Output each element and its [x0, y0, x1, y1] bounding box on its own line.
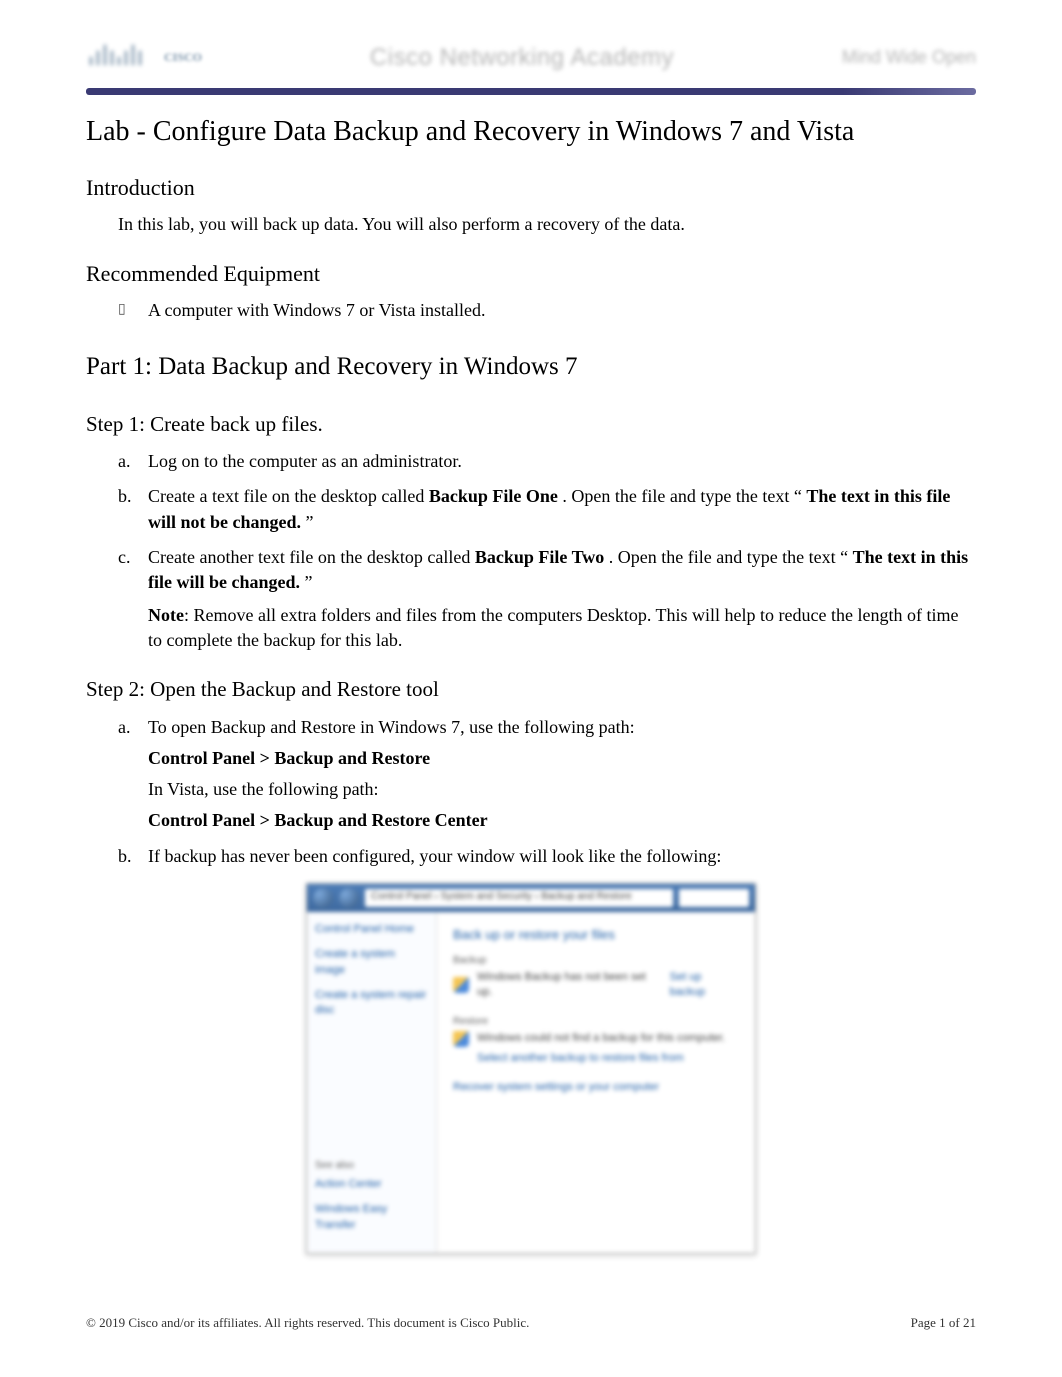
list-marker: b. [118, 484, 132, 509]
page-current: 1 [939, 1315, 946, 1330]
restore-label: Restore [453, 1015, 739, 1029]
academy-title: Cisco Networking Academy [370, 41, 674, 75]
step1-a-text: Log on to the computer as an administrat… [148, 451, 462, 471]
page-indicator: Page 1 of 21 [911, 1314, 976, 1332]
sidebar-create-repair-disc: Create a system repair disc [315, 988, 428, 1019]
logo-block: CISCO [86, 38, 202, 78]
window-titlebar: Control Panel › System and Security › Ba… [307, 884, 755, 912]
step1-b-filename: Backup File One [429, 486, 558, 506]
intro-text: In this lab, you will back up data. You … [118, 212, 976, 237]
backup-restore-screenshot: Control Panel › System and Security › Ba… [306, 883, 756, 1254]
main-heading: Back up or restore your files [453, 926, 739, 944]
list-marker: b. [118, 844, 132, 869]
step1-item-a: a. Log on to the computer as an administ… [118, 449, 976, 474]
copyright-text: © 2019 Cisco and/or its affiliates. All … [86, 1314, 529, 1332]
backup-status-text: Windows Backup has not been set up. [477, 970, 662, 1001]
nav-forward-icon [339, 888, 359, 908]
list-marker: c. [118, 545, 131, 570]
step2-item-a: a. To open Backup and Restore in Windows… [118, 715, 976, 834]
step1-item-c: c. Create another text file on the deskt… [118, 545, 976, 654]
step1-c-pre: Create another text file on the desktop … [148, 547, 475, 567]
equipment-list: ▯ A computer with Windows 7 or Vista ins… [118, 298, 976, 323]
note-text: : Remove all extra folders and files fro… [148, 605, 958, 650]
step1-list: a. Log on to the computer as an administ… [118, 449, 976, 653]
list-marker: a. [118, 449, 131, 474]
recover-system-link: Recover system settings or your computer [453, 1081, 659, 1093]
address-bar: Control Panel › System and Security › Ba… [365, 889, 673, 907]
step1-c-filename: Backup File Two [475, 547, 604, 567]
sidebar-action-center: Action Center [315, 1177, 428, 1192]
step2-path-win7: Control Panel > Backup and Restore [148, 746, 976, 771]
recover-section: Recover system settings or your computer [453, 1080, 739, 1095]
window-body: Control Panel Home Create a system image… [307, 912, 755, 1253]
shield-icon [453, 977, 469, 993]
sidebar-control-panel-home: Control Panel Home [315, 922, 428, 937]
main-panel: Back up or restore your files Backup Win… [437, 912, 755, 1253]
step1-note: Note: Remove all extra folders and files… [148, 603, 976, 653]
page-of: of [949, 1315, 960, 1330]
step1-b-end: ” [306, 512, 314, 532]
step2-list: a. To open Backup and Restore in Windows… [118, 715, 976, 869]
step1-c-mid: . Open the file and type the text “ [609, 547, 848, 567]
step2-vista-intro: In Vista, use the following path: [148, 777, 976, 802]
page-footer: © 2019 Cisco and/or its affiliates. All … [86, 1314, 976, 1332]
step1-b-mid: . Open the file and type the text “ [562, 486, 801, 506]
backup-label: Backup [453, 954, 739, 968]
step1-b-pre: Create a text file on the desktop called [148, 486, 429, 506]
logo-text: CISCO [164, 51, 202, 64]
sidebar-easy-transfer: Windows Easy Transfer [315, 1202, 428, 1233]
restore-status-text: Windows could not find a backup for this… [477, 1031, 725, 1046]
nav-back-icon [313, 888, 333, 908]
page-label: Page [911, 1315, 936, 1330]
cisco-logo-icon [86, 38, 146, 78]
sidebar: Control Panel Home Create a system image… [307, 912, 437, 1253]
header-divider [86, 88, 976, 95]
sidebar-create-system-image: Create a system image [315, 947, 428, 978]
select-another-backup-link: Select another backup to restore files f… [477, 1051, 684, 1066]
note-label: Note [148, 605, 184, 625]
step2-a-intro: To open Backup and Restore in Windows 7,… [148, 717, 635, 737]
sidebar-see-also-label: See also [315, 1159, 428, 1173]
intro-heading: Introduction [86, 173, 976, 204]
setup-backup-link: Set up backup [670, 970, 739, 1001]
equipment-item-text: A computer with Windows 7 or Vista insta… [148, 300, 486, 320]
bullet-icon: ▯ [118, 300, 126, 320]
document-title: Lab - Configure Data Backup and Recovery… [86, 113, 976, 151]
search-box [679, 889, 749, 907]
restore-section: Restore Windows could not find a backup … [453, 1015, 739, 1066]
step1-c-end: ” [305, 572, 313, 592]
equipment-item: ▯ A computer with Windows 7 or Vista ins… [118, 298, 976, 323]
step1-item-b: b. Create a text file on the desktop cal… [118, 484, 976, 534]
backup-section: Backup Windows Backup has not been set u… [453, 954, 739, 1001]
list-marker: a. [118, 715, 131, 740]
header-banner: CISCO Cisco Networking Academy Mind Wide… [86, 30, 976, 88]
tagline: Mind Wide Open [842, 45, 976, 70]
shield-icon [453, 1031, 469, 1047]
step2-item-b: b. If backup has never been configured, … [118, 844, 976, 869]
step2-heading: Step 2: Open the Backup and Restore tool [86, 675, 976, 704]
page-total: 21 [963, 1315, 976, 1330]
step1-heading: Step 1: Create back up files. [86, 410, 976, 439]
step2-b-text: If backup has never been configured, you… [148, 846, 721, 866]
part1-heading: Part 1: Data Backup and Recovery in Wind… [86, 349, 976, 384]
step2-path-vista: Control Panel > Backup and Restore Cente… [148, 808, 976, 833]
equipment-heading: Recommended Equipment [86, 259, 976, 290]
